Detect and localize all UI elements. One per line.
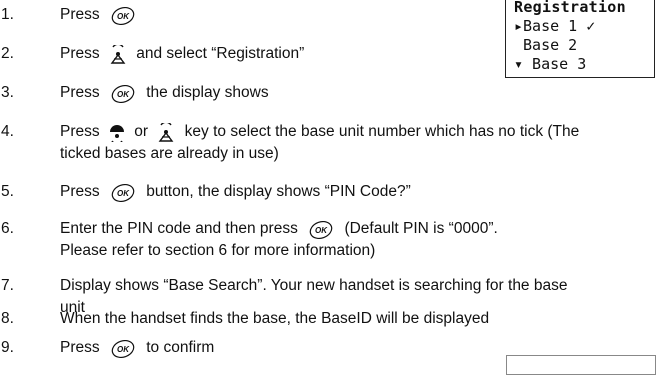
display-row-base-2: Base 2 <box>514 36 578 54</box>
svg-text:OK: OK <box>117 90 130 99</box>
display-row-base-1: ▸Base 1 ✓ <box>514 17 596 35</box>
step-text: Enter the PIN code and then press <box>60 220 298 237</box>
step-text: or <box>134 123 149 140</box>
svg-text:OK: OK <box>117 12 130 21</box>
step-number: 9. <box>1 339 14 356</box>
step-text: Press <box>60 123 100 140</box>
step-number: 4. <box>1 123 14 140</box>
ok-key-icon: OK <box>111 84 135 103</box>
ok-key-icon: OK <box>309 220 333 239</box>
step-number: 2. <box>1 45 14 62</box>
display-title: Registration <box>514 0 626 16</box>
step-text: Press <box>60 6 100 23</box>
step-number: 8. <box>1 310 14 327</box>
step-text: the display shows <box>146 84 269 101</box>
step-number: 5. <box>1 183 14 200</box>
step-text: to confirm <box>146 339 215 356</box>
nav-down-icon <box>110 45 126 65</box>
step-number: 7. <box>1 277 14 294</box>
step-text: ticked bases are already in use) <box>60 145 279 162</box>
step-text: Please refer to section 6 for more infor… <box>60 242 376 259</box>
step-text: Display shows “Base Search”. Your new ha… <box>60 277 568 294</box>
step-text: Press <box>60 183 100 200</box>
step-number: 6. <box>1 220 14 237</box>
step-number: 3. <box>1 84 14 101</box>
step-text: Press <box>60 45 100 62</box>
ok-key-icon: OK <box>111 6 135 25</box>
svg-text:OK: OK <box>315 226 328 235</box>
step-text: Press <box>60 84 100 101</box>
step-text: Press <box>60 339 100 356</box>
ok-key-icon: OK <box>111 339 135 358</box>
step-text: (Default PIN is “0000”. <box>344 220 498 237</box>
step-text: key to select the base unit number which… <box>184 123 580 140</box>
step-text: When the handset finds the base, the Bas… <box>60 310 490 327</box>
svg-text:OK: OK <box>117 189 130 198</box>
ok-key-icon: OK <box>111 183 135 202</box>
nav-down-icon <box>158 123 174 143</box>
nav-up-icon <box>109 124 124 142</box>
step-text: button, the display shows “PIN Code?” <box>146 183 411 200</box>
handset-display-2 <box>506 355 656 375</box>
step-text: and select “Registration” <box>136 45 305 62</box>
handset-display: Registration ▸Base 1 ✓ Base 2 ▾ Base 3 <box>505 0 655 78</box>
step-number: 1. <box>1 6 14 23</box>
display-row-base-3: ▾ Base 3 <box>514 55 587 73</box>
svg-text:OK: OK <box>117 345 130 354</box>
